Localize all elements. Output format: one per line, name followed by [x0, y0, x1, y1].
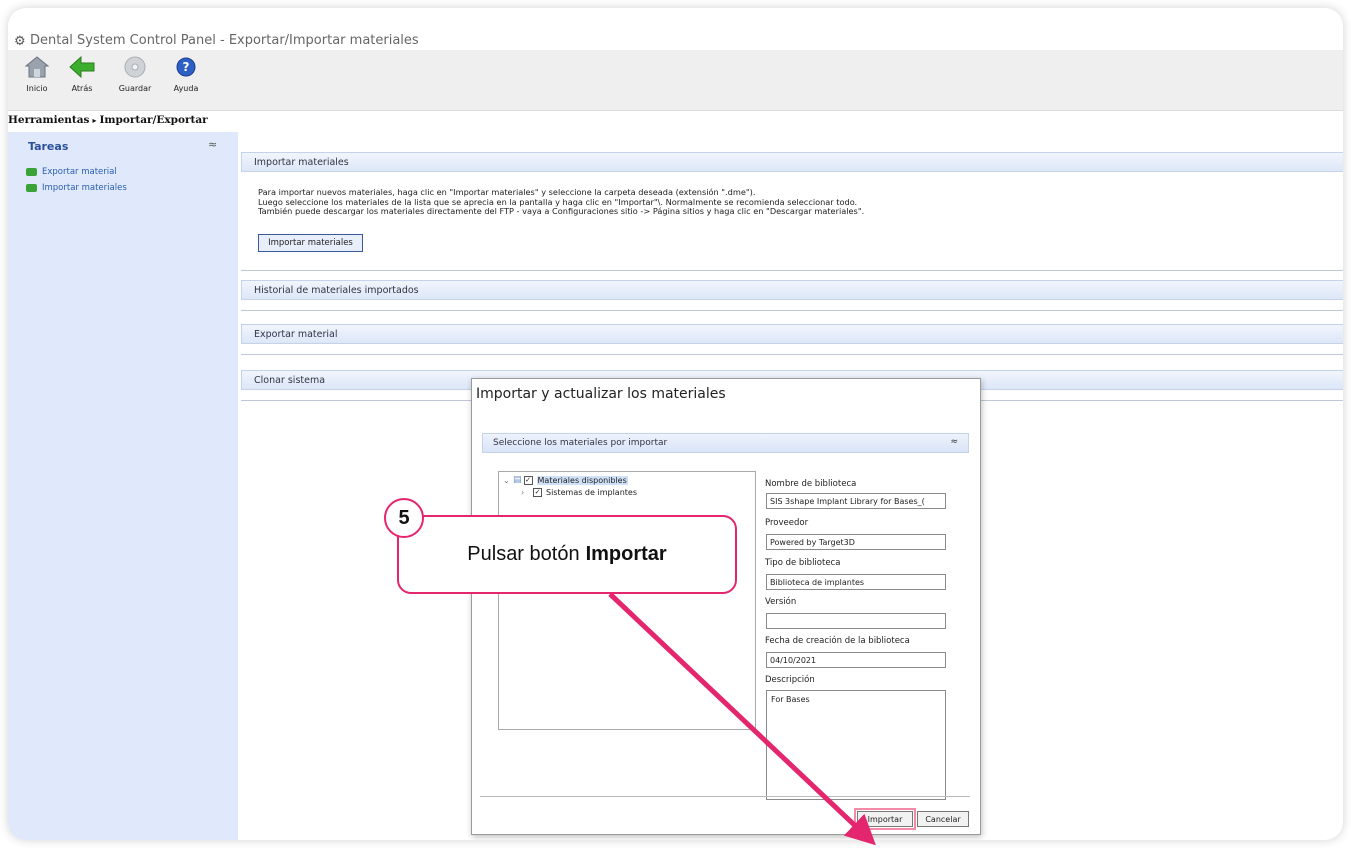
window-title: Dental System Control Panel - Exportar/I… [30, 33, 419, 48]
dialog-section-header[interactable]: Seleccione los materiales por importar ≈ [482, 433, 969, 453]
materials-tree: ⌄ ▤ ✓ Materiales disponibles › ✓ Sistema… [498, 471, 756, 730]
version-field[interactable] [766, 613, 946, 629]
save-disc-icon [122, 54, 148, 80]
import-section-header[interactable]: Importar materiales [241, 152, 1343, 172]
divider [480, 796, 970, 797]
help-icon: ? [173, 54, 199, 80]
app-gear-icon: ⚙ [14, 34, 26, 49]
import-dialog: Importar y actualizar los materiales Sel… [471, 378, 981, 835]
library-type-field[interactable]: Biblioteca de implantes [766, 574, 946, 590]
export-section-header[interactable]: Exportar material [241, 324, 1343, 344]
divider [241, 270, 1343, 271]
help-button[interactable]: ? Ayuda [163, 54, 209, 93]
back-arrow-icon [69, 54, 95, 80]
breadcrumb: Herramientas ▸ Importar/Exportar [8, 114, 208, 126]
checkbox-checked[interactable]: ✓ [523, 475, 533, 485]
tree-node-label: Sistemas de implantes [546, 488, 637, 497]
import-button[interactable]: Importar [854, 808, 916, 830]
step-number-badge: 5 [384, 498, 424, 538]
title-bar: ⚙ Dental System Control Panel - Exportar… [8, 8, 1343, 49]
creation-date-field[interactable]: 04/10/2021 [766, 652, 946, 668]
checkbox-checked[interactable]: ✓ [533, 488, 542, 497]
description-field[interactable]: For Bases [766, 690, 946, 800]
divider [241, 310, 1343, 311]
library-name-field[interactable]: SIS 3shape Implant Library for Bases_( [766, 493, 946, 509]
breadcrumb-separator-icon: ▸ [92, 115, 97, 125]
svg-text:?: ? [183, 60, 190, 74]
library-type-label: Tipo de biblioteca [765, 558, 841, 568]
back-button[interactable]: Atrás [59, 54, 105, 93]
provider-label: Proveedor [765, 518, 809, 528]
import-instructions: Para importar nuevos materiales, haga cl… [258, 187, 865, 217]
app-window: ⚙ Dental System Control Panel - Exportar… [8, 8, 1343, 840]
home-icon [24, 54, 50, 80]
collapse-icon[interactable]: ≈ [208, 138, 217, 151]
dialog-section-label: Seleccione los materiales por importar [493, 438, 668, 448]
expand-down-icon[interactable]: ⌄ [503, 476, 513, 485]
expand-right-icon[interactable]: › [521, 488, 531, 497]
sidebar-item-import[interactable]: Importar materiales [26, 183, 127, 193]
tree-node-root[interactable]: ⌄ ▤ ✓ Materiales disponibles [503, 475, 628, 485]
breadcrumb-current: Importar/Exportar [99, 114, 208, 126]
creation-date-label: Fecha de creación de la biblioteca [765, 636, 910, 646]
divider [241, 354, 1343, 355]
cancel-button[interactable]: Cancelar [917, 811, 969, 827]
library-icon: ▤ [513, 475, 522, 485]
instruction-callout: Pulsar botón Importar [397, 515, 737, 594]
home-label: Inicio [26, 84, 48, 93]
back-label: Atrás [71, 84, 93, 93]
sidebar-item-export[interactable]: Exportar material [26, 167, 117, 177]
provider-field[interactable]: Powered by Target3D [766, 534, 946, 550]
breadcrumb-root[interactable]: Herramientas [8, 114, 89, 126]
save-label: Guardar [118, 84, 152, 93]
tree-node-label: Materiales disponibles [536, 475, 628, 485]
callout-text: Pulsar botón [467, 543, 580, 565]
import-icon [26, 184, 37, 192]
help-label: Ayuda [173, 84, 199, 93]
collapse-icon[interactable]: ≈ [950, 437, 958, 447]
tasks-sidebar: Tareas ≈ Exportar material Importar mate… [8, 132, 238, 840]
library-name-label: Nombre de biblioteca [765, 479, 857, 489]
sidebar-title: Tareas [28, 140, 69, 153]
sidebar-item-label: Exportar material [42, 167, 117, 177]
instruction-line: También puede descargar los materiales d… [258, 206, 865, 216]
toolbar: Inicio Atrás Guardar ? Ayuda [8, 50, 1343, 111]
description-label: Descripción [765, 675, 815, 685]
import-materials-button[interactable]: Importar materiales [258, 234, 363, 252]
export-icon [26, 168, 37, 176]
callout-bold-text: Importar [585, 543, 667, 565]
version-label: Versión [765, 597, 797, 607]
save-button[interactable]: Guardar [112, 54, 158, 93]
home-button[interactable]: Inicio [14, 54, 60, 93]
history-section-header[interactable]: Historial de materiales importados [241, 280, 1343, 300]
tree-node-child[interactable]: › ✓ Sistemas de implantes [521, 488, 637, 497]
dialog-title: Importar y actualizar los materiales [476, 386, 726, 402]
sidebar-item-label: Importar materiales [42, 183, 127, 193]
